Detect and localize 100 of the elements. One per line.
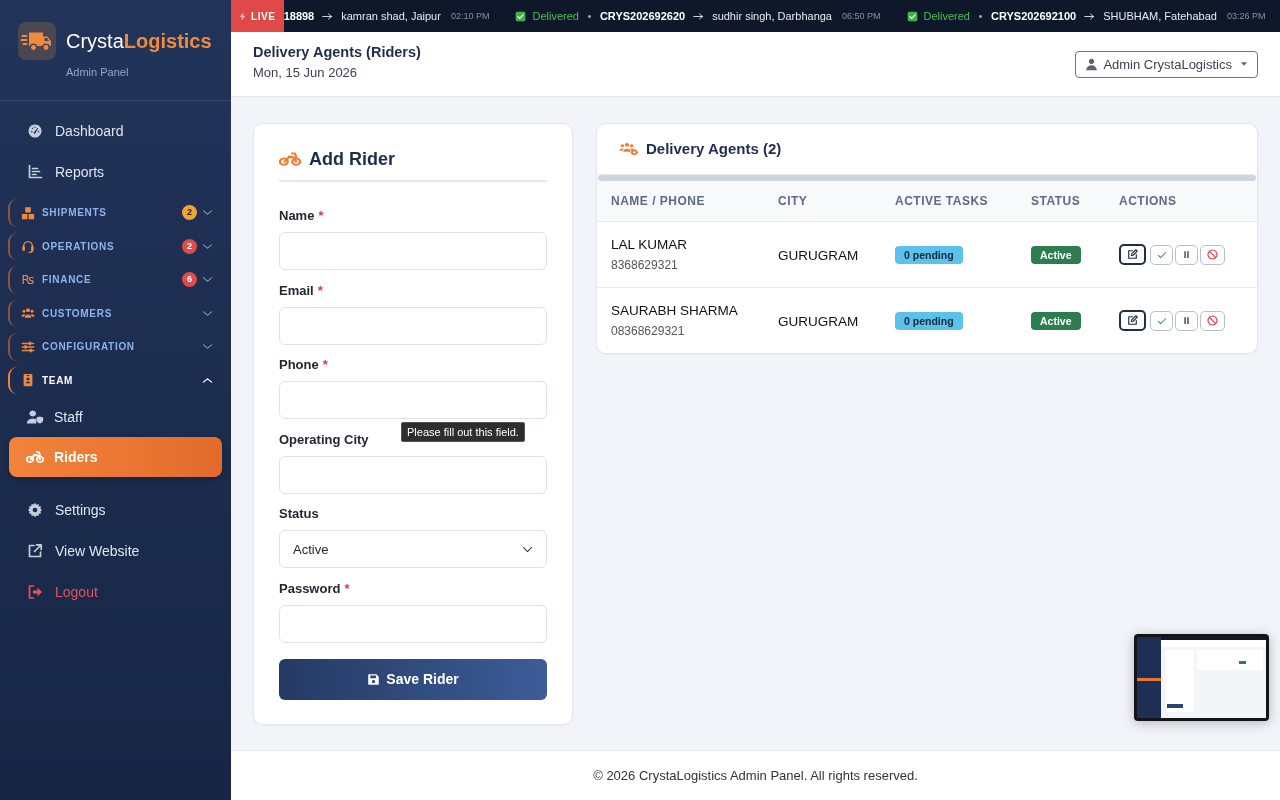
ticker-time: 03:26 PM	[1226, 11, 1266, 21]
city-text: GURUGRAM	[778, 313, 859, 329]
pause-icon	[1182, 250, 1191, 259]
nav-link[interactable]: Reports	[9, 151, 222, 192]
nav-group[interactable]: CONFIGURATION	[8, 333, 222, 361]
pause-icon	[1182, 316, 1191, 325]
nav-link[interactable]: Logout	[9, 571, 222, 613]
recipient-text: sudhir singh, Darbhanga	[712, 10, 832, 22]
live-label: LIVE	[251, 10, 276, 22]
check-icon	[1156, 315, 1167, 326]
edit-icon	[1127, 249, 1138, 260]
motorcycle-icon	[26, 449, 44, 465]
status-badge: Active	[1031, 312, 1081, 330]
nav-group[interactable]: OPERATIONS 2	[8, 232, 222, 260]
sliders-icon	[21, 339, 35, 354]
caret-down-icon	[1240, 60, 1248, 68]
recipient-text: SHUBHAM, Fatehabad	[1103, 10, 1217, 22]
horizontal-scrollbar[interactable]	[598, 175, 1256, 181]
agent-phone: 8368629321	[611, 258, 678, 273]
check-box-icon	[515, 10, 527, 22]
recipient-text: kamran shad, Jaipur	[341, 10, 441, 22]
rupee-icon: ₨	[21, 272, 35, 287]
external-link-icon	[27, 543, 43, 559]
chevron-down-icon	[202, 308, 213, 318]
nav-link[interactable]: Settings	[9, 489, 222, 531]
nav-group[interactable]: TEAM	[8, 366, 222, 394]
page-title: Delivery Agents (Riders)	[253, 43, 421, 61]
boxes-icon	[21, 205, 35, 220]
user-icon	[1085, 57, 1099, 71]
pause-button[interactable]	[1175, 310, 1198, 331]
status-badge: Active	[1031, 246, 1081, 264]
headset-icon	[21, 239, 35, 254]
text-field[interactable]	[279, 604, 547, 643]
users-gear-icon	[619, 140, 639, 156]
text-field[interactable]	[279, 381, 547, 419]
card-title: Delivery Agents (2)	[646, 139, 782, 157]
arrow-right-icon	[1084, 11, 1096, 21]
column-header: NAME / PHONE	[597, 181, 764, 222]
select-field[interactable]: Active	[279, 530, 547, 568]
validation-tooltip: Please fill out this field.	[401, 422, 525, 442]
users-icon	[21, 306, 35, 321]
tracking-code: 18898	[283, 10, 315, 22]
text-field[interactable]	[279, 455, 547, 494]
chevron-down-icon	[202, 342, 213, 352]
agent-name: LAL KUMAR	[611, 236, 688, 254]
field-label: Password *	[279, 580, 350, 597]
check-box-icon	[906, 10, 918, 22]
column-header: STATUS	[1017, 181, 1105, 222]
column-header: ACTIONS	[1105, 181, 1257, 222]
user-menu-button[interactable]: Admin CrystaLogistics	[1075, 50, 1258, 78]
text-field[interactable]	[279, 232, 547, 270]
field-label: Operating City	[279, 431, 369, 448]
nav-group[interactable]: SHIPMENTS 2	[8, 199, 222, 227]
id-badge-icon	[21, 373, 35, 388]
ban-icon	[1207, 315, 1218, 326]
nav-link[interactable]: Staff	[9, 397, 222, 437]
gear-icon	[27, 502, 43, 518]
nav-link[interactable]: View Website	[9, 530, 222, 572]
chevron-down-icon	[202, 275, 213, 285]
bar-chart-icon	[27, 163, 43, 180]
field-label: Name *	[279, 208, 324, 224]
delivery-status: Delivered	[532, 10, 579, 22]
ticker-time: 02:10 PM	[450, 11, 490, 21]
pending-tasks-badge: 0 pending	[895, 246, 963, 264]
brand-subtitle: Admin Panel	[66, 65, 130, 79]
city-text: GURUGRAM	[778, 247, 859, 263]
text-field[interactable]	[279, 306, 547, 345]
card-title: Add Rider	[309, 148, 395, 170]
edit-button[interactable]	[1119, 244, 1146, 265]
edit-icon	[1127, 315, 1138, 326]
count-badge: 2	[182, 205, 197, 221]
agent-phone: 08368629321	[611, 324, 685, 339]
column-header: ACTIVE TASKS	[881, 181, 1017, 222]
nav-group[interactable]: ₨ FINANCE 6	[8, 266, 222, 294]
lightning-icon	[238, 11, 247, 21]
delivery-status: Delivered	[923, 10, 970, 22]
chevron-down-icon	[202, 241, 213, 251]
block-button[interactable]	[1200, 244, 1225, 265]
chevron-up-icon	[202, 375, 213, 385]
nav-group[interactable]: CUSTOMERS	[8, 299, 222, 327]
arrow-right-icon	[693, 11, 705, 21]
tracking-code: CRYS202692100	[991, 10, 1077, 22]
column-header: CITY	[764, 181, 881, 222]
truck-logo-icon	[18, 22, 56, 60]
edit-button[interactable]	[1119, 310, 1146, 331]
field-label: Email *	[279, 282, 323, 299]
count-badge: 6	[182, 272, 197, 288]
field-label: Phone *	[279, 357, 328, 373]
pause-button[interactable]	[1175, 244, 1198, 265]
page-date: Mon, 15 Jun 2026	[253, 65, 359, 81]
motorcycle-icon	[279, 150, 301, 168]
arrow-right-icon	[322, 11, 334, 21]
block-button[interactable]	[1200, 310, 1225, 331]
footer-text: © 2026 CrystaLogistics Admin Panel. All rights reserved.	[593, 768, 918, 783]
tracking-code: CRYS202692620	[599, 10, 686, 22]
save-button[interactable]: Save Rider	[279, 658, 547, 700]
check-icon	[1156, 249, 1167, 260]
gauge-icon	[27, 122, 43, 139]
nav-link[interactable]: Dashboard	[9, 110, 222, 151]
pending-tasks-badge: 0 pending	[895, 312, 963, 330]
